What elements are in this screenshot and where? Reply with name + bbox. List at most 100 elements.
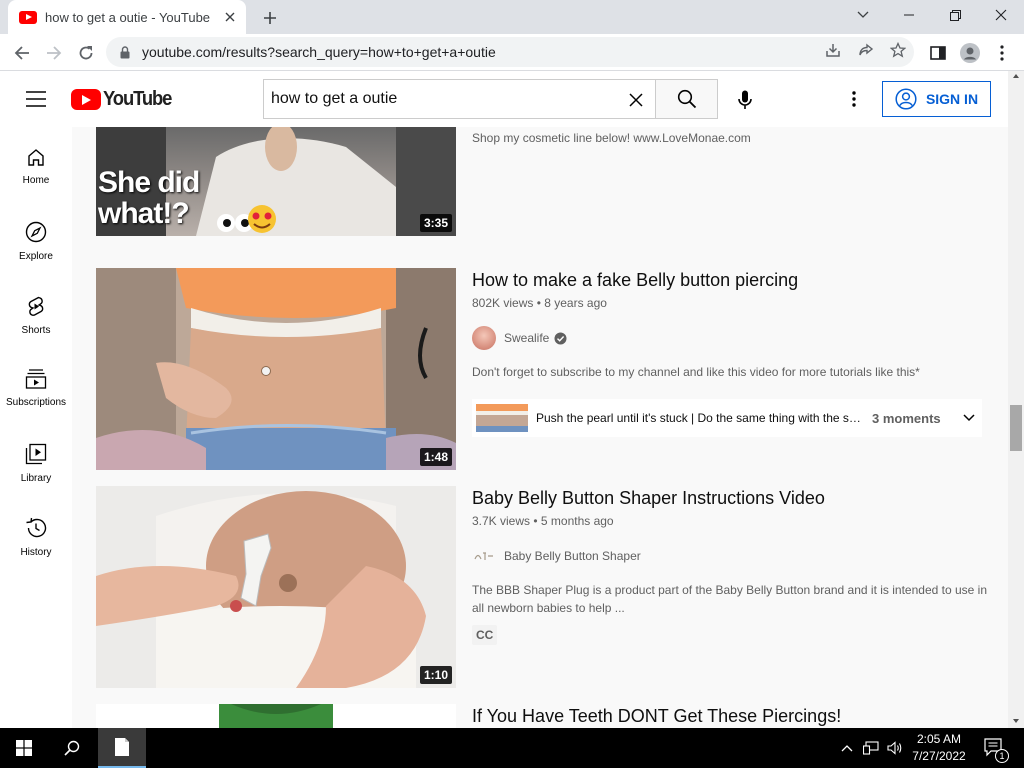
- search-box: [263, 79, 655, 119]
- close-window-button[interactable]: [978, 0, 1024, 30]
- video-thumbnail[interactable]: 1:48: [96, 268, 456, 470]
- tab-close-icon[interactable]: [222, 9, 238, 25]
- browser-toolbar: youtube.com/results?search_query=how+to+…: [0, 34, 1024, 71]
- video-meta: 802K views • 8 years ago: [472, 296, 607, 310]
- page-scrollbar-thumb[interactable]: [1010, 405, 1022, 451]
- clock-time: 2:05 AM: [916, 732, 962, 746]
- channel-name: Baby Belly Button Shaper: [504, 549, 641, 563]
- video-meta: 3.7K views • 5 months ago: [472, 514, 614, 528]
- tab-title: how to get a outie - YouTube: [45, 9, 211, 25]
- sidebar-item-home[interactable]: Home: [0, 127, 72, 201]
- cc-badge: CC: [472, 625, 498, 645]
- forward-button[interactable]: [40, 39, 68, 67]
- moment-text: Push the pearl until it's stuck | Do the…: [536, 411, 866, 425]
- key-moments-bar[interactable]: Push the pearl until it's stuck | Do the…: [472, 399, 982, 437]
- windows-taskbar: 2:05 AM 7/27/2022 1: [0, 728, 1024, 768]
- new-tab-button[interactable]: [258, 6, 282, 30]
- browser-menu-icon[interactable]: [989, 40, 1015, 66]
- video-description: Don't forget to subscribe to my channel …: [472, 365, 920, 379]
- account-circle-icon: [895, 88, 917, 110]
- video-description: The BBB Shaper Plug is a product part of…: [472, 583, 987, 615]
- url-text: youtube.com/results?search_query=how+to+…: [142, 44, 496, 60]
- youtube-wordmark: YouTube: [103, 88, 172, 110]
- video-thumbnail[interactable]: She did what!? 3:35: [96, 127, 456, 236]
- hamburger-menu-icon[interactable]: [22, 87, 50, 111]
- page-scrollbar-track[interactable]: [1008, 71, 1024, 728]
- chevron-down-icon[interactable]: [963, 414, 975, 422]
- settings-more-icon[interactable]: [842, 87, 866, 111]
- restore-button[interactable]: [932, 0, 978, 30]
- bookmark-star-icon[interactable]: [887, 39, 909, 61]
- moment-count: 3 moments: [872, 410, 941, 426]
- video-duration: 3:35: [419, 214, 452, 232]
- search-button[interactable]: [655, 79, 718, 119]
- minimize-button[interactable]: [886, 0, 932, 30]
- tray-overflow-chevron-icon[interactable]: [838, 728, 856, 768]
- sidebar-item-library[interactable]: Library: [0, 423, 72, 497]
- reload-button[interactable]: [72, 39, 100, 67]
- youtube-logo[interactable]: YouTube: [71, 88, 177, 111]
- shorts-icon: [28, 296, 44, 316]
- sign-in-button[interactable]: SIGN IN: [882, 81, 991, 117]
- video-title[interactable]: How to make a fake Belly button piercing: [472, 270, 798, 291]
- network-icon[interactable]: [860, 728, 882, 768]
- sidebar-item-label: Shorts: [21, 325, 51, 336]
- history-icon: [26, 517, 47, 538]
- video-description: Shop my cosmetic line below! www.LoveMon…: [472, 131, 751, 145]
- sidebar-item-explore[interactable]: Explore: [0, 201, 72, 275]
- side-panel-icon[interactable]: [925, 40, 951, 66]
- sidebar: Home Explore Shorts Subscriptions Librar…: [0, 127, 72, 728]
- lock-icon: [120, 45, 130, 58]
- thumbnail-overlay-text: what!?: [98, 197, 190, 230]
- notification-center-icon[interactable]: 1: [978, 728, 1012, 768]
- clear-search-icon[interactable]: [625, 89, 647, 111]
- clock-date: 7/27/2022: [912, 749, 966, 763]
- moment-thumbnail: [476, 404, 528, 432]
- thumbnail-overlay-text: She did: [98, 166, 200, 199]
- search-input[interactable]: [271, 90, 611, 108]
- subscriptions-icon: [25, 369, 47, 389]
- channel-link[interactable]: Baby Belly Button Shaper: [472, 544, 641, 568]
- video-duration: 1:48: [419, 448, 452, 466]
- sidebar-item-subscriptions[interactable]: Subscriptions: [0, 349, 72, 423]
- taskbar-app-file-icon[interactable]: [98, 728, 146, 768]
- windows-start-icon[interactable]: [0, 728, 48, 768]
- sidebar-item-label: Subscriptions: [5, 397, 67, 408]
- channel-avatar: [472, 544, 496, 568]
- sidebar-item-history[interactable]: History: [0, 497, 72, 571]
- volume-icon[interactable]: [884, 728, 906, 768]
- sidebar-item-label: Explore: [19, 251, 53, 262]
- channel-avatar: [472, 326, 496, 350]
- youtube-play-logo-icon: [71, 89, 101, 110]
- taskbar-clock[interactable]: 2:05 AM 7/27/2022: [904, 731, 974, 765]
- video-duration: 1:10: [419, 666, 452, 684]
- back-button[interactable]: [8, 39, 36, 67]
- browser-tab-bar: how to get a outie - YouTube: [0, 0, 1024, 34]
- video-thumbnail[interactable]: [96, 704, 456, 728]
- search-icon: [677, 89, 696, 109]
- sidebar-item-shorts[interactable]: Shorts: [0, 275, 72, 349]
- taskbar-search-icon[interactable]: [48, 728, 96, 768]
- sidebar-item-label: Home: [22, 175, 50, 186]
- search-results: She did what!? 3:35 Shop my cosmetic lin…: [72, 127, 1008, 728]
- video-title[interactable]: If You Have Teeth DONT Get These Piercin…: [472, 706, 841, 727]
- browser-tab[interactable]: how to get a outie - YouTube: [8, 0, 246, 34]
- video-thumbnail[interactable]: 1:10: [96, 486, 456, 688]
- youtube-favicon-icon: [19, 10, 37, 24]
- profile-avatar-icon[interactable]: [957, 40, 983, 66]
- sign-in-label: SIGN IN: [925, 91, 979, 107]
- channel-link[interactable]: Swealife: [472, 326, 567, 350]
- share-icon[interactable]: [855, 39, 877, 61]
- sidebar-item-label: History: [20, 547, 52, 558]
- video-title[interactable]: Baby Belly Button Shaper Instructions Vi…: [472, 488, 825, 509]
- address-bar[interactable]: youtube.com/results?search_query=how+to+…: [106, 37, 914, 67]
- voice-search-mic-icon[interactable]: [730, 87, 760, 113]
- tab-search-chevron-icon[interactable]: [840, 0, 886, 30]
- verified-badge-icon: [554, 332, 567, 344]
- compass-icon: [25, 221, 47, 243]
- install-app-icon[interactable]: [822, 39, 844, 61]
- sidebar-item-label: Library: [20, 473, 52, 484]
- library-icon: [25, 443, 47, 465]
- notification-count-badge: 1: [995, 749, 1009, 763]
- home-icon: [28, 149, 44, 166]
